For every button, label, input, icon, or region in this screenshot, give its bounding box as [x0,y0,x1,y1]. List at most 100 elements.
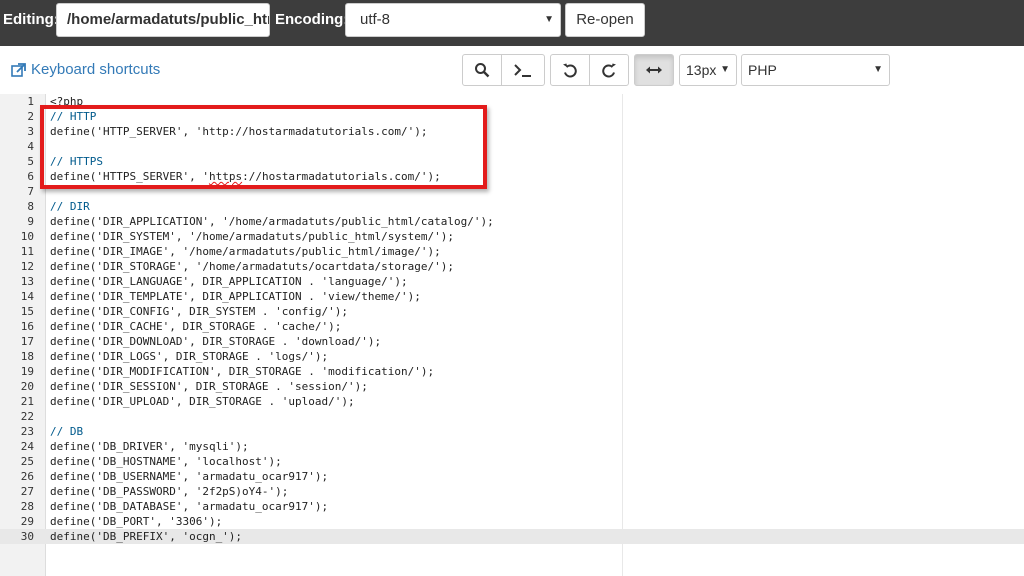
keyboard-shortcuts-link[interactable]: Keyboard shortcuts [11,61,160,78]
search-button[interactable] [462,54,502,86]
line-text: define('DIR_CACHE', DIR_STORAGE . 'cache… [50,320,342,333]
wrap-icon [646,66,662,74]
line-text: define('HTTP_SERVER', 'http://hostarmada… [50,125,428,138]
mode-select[interactable]: PHP ▼ [741,54,890,86]
line-number: 5 [27,155,34,168]
line-text: define('DIR_STORAGE', '/home/armadatuts/… [50,260,454,273]
code-editor[interactable]: 1 <?php 2 // HTTP 3 define('HTTP_SERVER', 'ht… [0,94,1024,576]
line-text: // HTTP [50,110,97,123]
line-text: define('DB_USERNAME', 'armadatu_ocar917'… [50,470,329,483]
line-number: 22 [20,410,34,423]
terminal-button[interactable] [501,54,545,86]
code-line[interactable]: 22 [0,409,1024,424]
encoding-select[interactable]: utf-8 ▼ [345,3,561,37]
top-bar: Editing: /home/armadatuts/public_html En… [0,0,1024,46]
line-text: // DIR [50,200,90,213]
reopen-button[interactable]: Re-open [565,3,645,37]
code-line[interactable]: 14 define('DIR_TEMPLATE', DIR_APPLICATION… [0,289,1024,304]
code-line[interactable]: 26 define('DB_USERNAME', 'armadatu_ocar91… [0,469,1024,484]
line-number: 30 [20,530,34,543]
code-line[interactable]: 29 define('DB_PORT', '3306'); [0,514,1024,529]
spellcheck-underline: https [208,170,243,183]
line-text: define('DB_DRIVER', 'mysqli'); [50,440,249,453]
line-number: 25 [20,455,34,468]
mode-value: PHP [748,62,777,78]
undo-button[interactable] [550,54,590,86]
code-line[interactable]: 20 define('DIR_SESSION', DIR_STORAGE . 's… [0,379,1024,394]
undo-icon [563,63,577,78]
line-number: 12 [20,260,34,273]
chevron-down-icon: ▼ [720,64,730,75]
code-line[interactable]: 27 define('DB_PASSWORD', '2f2pS)oY4-'); [0,484,1024,499]
code-line[interactable]: 1 <?php [0,94,1024,109]
line-number: 2 [27,110,34,123]
redo-button[interactable] [589,54,629,86]
line-number: 11 [20,245,34,258]
line-text: define('DB_DATABASE', 'armadatu_ocar917'… [50,500,329,513]
line-number: 19 [20,365,34,378]
line-text: define('DIR_MODIFICATION', DIR_STORAGE .… [50,365,435,378]
line-number: 10 [20,230,34,243]
wrap-toggle-button[interactable] [634,54,674,86]
line-text: define('DB_PREFIX', 'ocgn_'); [50,530,243,543]
line-number: 23 [20,425,34,438]
code-line[interactable]: 10 define('DIR_SYSTEM', '/home/armadatuts… [0,229,1024,244]
redo-icon [602,63,616,78]
code-line[interactable]: 21 define('DIR_UPLOAD', DIR_STORAGE . 'up… [0,394,1024,409]
code-line[interactable]: 6 define('HTTPS_SERVER', 'https://hostarm… [0,169,1024,184]
code-line[interactable]: 13 define('DIR_LANGUAGE', DIR_APPLICATION… [0,274,1024,289]
code-line[interactable]: 2 // HTTP [0,109,1024,124]
code-line[interactable]: 16 define('DIR_CACHE', DIR_STORAGE . 'cac… [0,319,1024,334]
line-number: 16 [20,320,34,333]
code-line[interactable]: 3 define('HTTP_SERVER', 'http://hostarmad… [0,124,1024,139]
line-text: define('DB_PASSWORD', '2f2pS)oY4-'); [50,485,289,498]
code-line[interactable]: 5 // HTTPS [0,154,1024,169]
line-text: // HTTPS [50,155,103,168]
code-line[interactable]: 11 define('DIR_IMAGE', '/home/armadatuts/… [0,244,1024,259]
line-text: define('DIR_IMAGE', '/home/armadatuts/pu… [50,245,441,258]
line-number: 17 [20,335,34,348]
code-line[interactable]: 24 define('DB_DRIVER', 'mysqli'); [0,439,1024,454]
code-line[interactable]: 4 [0,139,1024,154]
font-size-select[interactable]: 13px ▼ [679,54,737,86]
line-text: define('DIR_CONFIG', DIR_SYSTEM . 'confi… [50,305,349,318]
line-text: define('DIR_SYSTEM', '/home/armadatuts/p… [50,230,454,243]
line-number: 27 [20,485,34,498]
code-line[interactable]: 17 define('DIR_DOWNLOAD', DIR_STORAGE . '… [0,334,1024,349]
code-line[interactable]: 30 define('DB_PREFIX', 'ocgn_'); [0,529,1024,544]
code-line[interactable]: 7 [0,184,1024,199]
search-icon [475,63,490,78]
file-path-input[interactable]: /home/armadatuts/public_html [56,3,270,37]
line-text: define('DIR_UPLOAD', DIR_STORAGE . 'uplo… [50,395,355,408]
external-link-icon [11,62,26,77]
code-line[interactable]: 19 define('DIR_MODIFICATION', DIR_STORAGE… [0,364,1024,379]
line-text: define('DIR_LOGS', DIR_STORAGE . 'logs/'… [50,350,329,363]
line-text: <?php [50,95,84,108]
line-number: 15 [20,305,34,318]
line-number: 1 [27,95,34,108]
line-number: 13 [20,275,34,288]
line-number: 26 [20,470,34,483]
line-number: 28 [20,500,34,513]
line-text: define('DB_HOSTNAME', 'localhost'); [50,455,282,468]
line-text: // DB [50,425,84,438]
code-line[interactable]: 23 // DB [0,424,1024,439]
chevron-down-icon: ▼ [873,64,883,75]
terminal-icon [514,64,531,77]
line-number: 29 [20,515,34,528]
line-text: define('DIR_DOWNLOAD', DIR_STORAGE . 'do… [50,335,382,348]
code-line[interactable]: 18 define('DIR_LOGS', DIR_STORAGE . 'logs… [0,349,1024,364]
editing-label: Editing: [3,11,59,28]
code-line[interactable]: 8 // DIR [0,199,1024,214]
code-line[interactable]: 15 define('DIR_CONFIG', DIR_SYSTEM . 'con… [0,304,1024,319]
line-number: 7 [27,185,34,198]
font-size-value: 13px [686,62,717,78]
line-number: 8 [27,200,34,213]
code-line[interactable]: 12 define('DIR_STORAGE', '/home/armadatut… [0,259,1024,274]
encoding-label: Encoding: [275,11,349,28]
line-number: 3 [27,125,34,138]
code-line[interactable]: 28 define('DB_DATABASE', 'armadatu_ocar91… [0,499,1024,514]
code-line[interactable]: 9 define('DIR_APPLICATION', '/home/armada… [0,214,1024,229]
code-line[interactable]: 25 define('DB_HOSTNAME', 'localhost'); [0,454,1024,469]
line-number: 18 [20,350,34,363]
